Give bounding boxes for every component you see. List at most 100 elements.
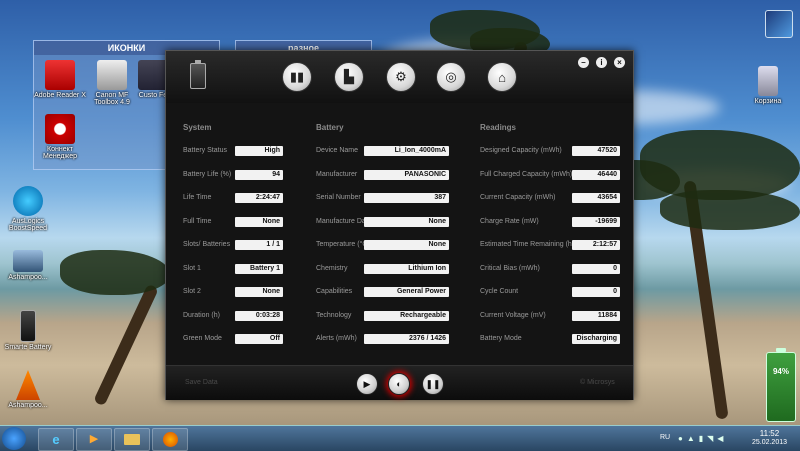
battery-row-label: Manufacturer xyxy=(316,170,358,178)
save-data-link[interactable]: Save Data xyxy=(185,379,218,386)
system-row-value: 2:24:47 xyxy=(235,193,283,203)
battery-row-label: Device Name xyxy=(316,147,359,154)
battery-section-title: Battery xyxy=(316,123,344,132)
battery-row-value: None xyxy=(364,240,449,250)
battery-row-value: None xyxy=(364,216,449,227)
readings-row-label: Cycle Count xyxy=(480,288,519,295)
auslogics-shortcut[interactable]: AusLogics BoostSpeed xyxy=(0,186,56,232)
system-row-value: None xyxy=(235,287,283,297)
battery-row-value: Lithium Ion xyxy=(364,263,449,274)
readings-row-label: Charge Rate (mW) xyxy=(480,217,539,225)
adobe-reader-label: Adobe Reader X xyxy=(34,92,86,99)
pause-icon: ❚❚ xyxy=(425,379,441,389)
taskbar: e ▶ RU ●▲▮◥◀ 11:52 25.02.2013 xyxy=(0,425,800,451)
battery-row-label: Technology xyxy=(316,311,352,319)
custom-shortcut[interactable]: Custo Fe xyxy=(138,60,168,99)
readings-row-value: 46440 xyxy=(572,169,620,180)
battery-row-value: 387 xyxy=(364,193,449,203)
adobe-reader-shortcut[interactable]: Adobe Reader X xyxy=(32,60,88,99)
ie-icon: e xyxy=(52,432,60,447)
readings-row-value: 43654 xyxy=(572,193,620,203)
system-row-value: 94 xyxy=(235,169,283,180)
recycle-bin-label: Корзина xyxy=(754,98,782,105)
readings-row-label: Battery Mode xyxy=(480,335,522,342)
battery-row-label: Capabilities xyxy=(316,288,353,295)
target-button[interactable]: ◎ xyxy=(436,62,466,92)
battery-row-value: 2376 / 1426 xyxy=(364,334,449,344)
media-player-icon: ▶ xyxy=(89,433,99,445)
readings-row-label: Designed Capacity (mWh) xyxy=(480,147,562,154)
canon-toolbox-shortcut[interactable]: Canon MF Toolbox 4.9 xyxy=(84,60,140,106)
readings-row-value: Discharging xyxy=(572,334,620,344)
charts-view-button[interactable]: ▙ xyxy=(334,62,364,92)
system-row-label: Battery Life (%) xyxy=(183,170,232,178)
battery-row-value: Rechargeable xyxy=(364,310,449,321)
konnekt-manager-label: Коннект Менеджер xyxy=(43,146,77,160)
konnekt-manager-icon xyxy=(45,114,75,144)
system-row-value: 0:03:28 xyxy=(235,310,283,321)
vlc-cone-icon xyxy=(16,370,40,400)
clock-date[interactable]: 25.02.2013 xyxy=(742,439,797,446)
battery-row-value: Li_Ion_4000mA xyxy=(364,146,449,156)
battery-gadget-percent: 94% xyxy=(772,367,789,376)
taskbar-explorer[interactable] xyxy=(114,428,150,451)
canon-toolbox-label: Canon MF Toolbox 4.9 xyxy=(94,92,130,106)
bar-chart-icon: ▙ xyxy=(344,69,354,84)
pause-button[interactable]: ❚❚ xyxy=(422,373,444,395)
readings-row-value: -19699 xyxy=(572,216,620,227)
battery-row-value: PANASONIC xyxy=(364,169,449,180)
play-button[interactable]: ▶ xyxy=(356,373,378,395)
recycle-bin-icon xyxy=(758,66,778,96)
tray-icons[interactable]: ●▲▮◥◀ xyxy=(678,434,732,443)
home-button[interactable]: ⌂ xyxy=(487,62,517,92)
firefox-icon xyxy=(162,432,178,447)
readings-row-value: 0 xyxy=(572,287,620,297)
system-section-title: System xyxy=(183,123,212,132)
system-row-value: 1 / 1 xyxy=(235,240,283,250)
target-icon: ◎ xyxy=(445,69,457,84)
taskbar-firefox[interactable] xyxy=(152,428,188,451)
taskbar-ie[interactable]: e xyxy=(38,428,74,451)
readings-row-label: Estimated Time Remaining (h) xyxy=(480,241,575,248)
minimize-button[interactable]: – xyxy=(578,57,589,68)
taskbar-media-player[interactable]: ▶ xyxy=(76,428,112,451)
info-button[interactable]: i xyxy=(596,57,607,68)
battery-view-button[interactable]: ▮▮ xyxy=(282,62,312,92)
readings-row-label: Critical Bias (mWh) xyxy=(480,264,540,272)
settings-button[interactable]: ⚙ xyxy=(386,62,416,92)
system-row-value: None xyxy=(235,216,283,227)
copyright-text: © Microsys xyxy=(580,379,615,386)
system-row-label: Green Mode xyxy=(183,335,222,342)
recycle-bin-shortcut[interactable]: Корзина xyxy=(740,66,796,105)
stop-button[interactable]: ◐ xyxy=(388,373,410,395)
system-row-label: Slots/ Batteries xyxy=(183,241,231,248)
battery-row-label: Serial Number xyxy=(316,194,361,201)
battery-row-label: Temperature (°C) xyxy=(316,241,370,248)
ashampoo-label-2: Ashampoo... xyxy=(8,402,48,409)
gadget-logo-icon[interactable] xyxy=(765,10,793,38)
language-indicator[interactable]: RU xyxy=(660,434,670,441)
close-button[interactable]: × xyxy=(614,57,625,68)
auslogics-label: AusLogics BoostSpeed xyxy=(8,218,48,232)
ashampoo-shortcut-2[interactable]: Ashampoo... xyxy=(0,370,56,409)
play-icon: ▶ xyxy=(363,379,371,389)
clock-time[interactable]: 11:52 xyxy=(742,429,797,438)
konnekt-manager-shortcut[interactable]: Коннект Менеджер xyxy=(32,114,88,160)
battery-app-window[interactable]: ▮▮ ▙ ⚙ ◎ ⌂ – i × System Battery Status Hi… xyxy=(165,50,634,400)
ashampoo-icon xyxy=(13,250,43,272)
readings-row-value: 2:12:57 xyxy=(572,240,620,250)
system-row-value: Off xyxy=(235,334,283,344)
system-row-label: Battery Status xyxy=(183,147,227,154)
stop-icon: ◐ xyxy=(396,379,402,389)
smarte-battery-shortcut[interactable]: Smarte Battery xyxy=(0,310,56,351)
start-button[interactable] xyxy=(2,427,26,450)
battery-icon: ▮▮ xyxy=(289,69,305,84)
system-row-value: High xyxy=(235,146,283,156)
battery-row-label: Alerts (mWh) xyxy=(316,335,357,342)
readings-row-label: Current Capacity (mWh) xyxy=(480,194,556,201)
ashampoo-label-1: Ashampoo... xyxy=(8,274,48,281)
app-footer: Save Data ▶ ◐ ❚❚ © Microsys xyxy=(166,365,633,400)
system-row-label: Full Time xyxy=(183,217,212,225)
battery-gadget[interactable]: 94% xyxy=(766,348,796,422)
ashampoo-shortcut-1[interactable]: Ashampoo... xyxy=(0,250,56,281)
